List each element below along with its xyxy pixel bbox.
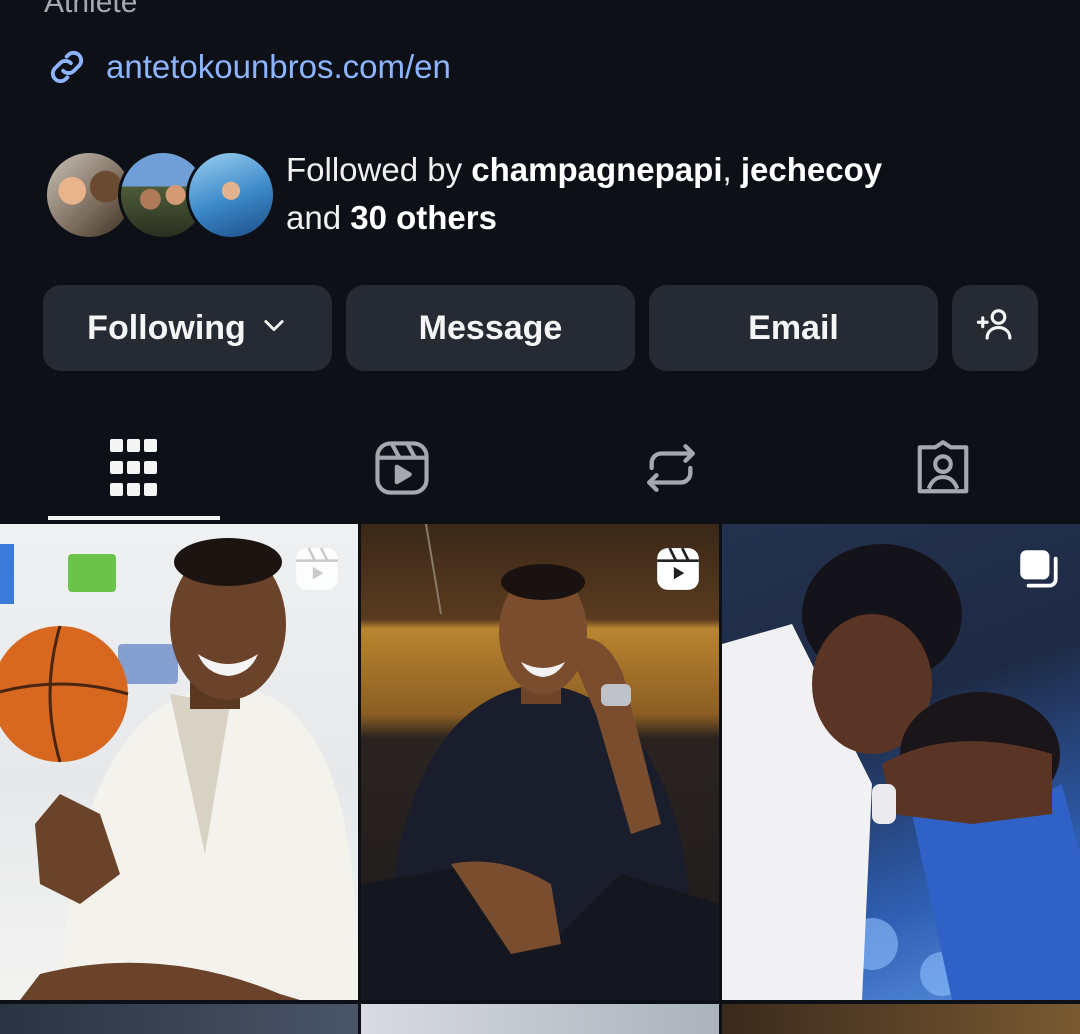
follower-username[interactable]: jechecoy: [741, 151, 882, 188]
followed-by-prefix: Followed by: [286, 151, 472, 188]
avatar: [186, 150, 276, 240]
reel-icon: [653, 544, 703, 594]
follower-avatars[interactable]: [44, 150, 276, 240]
tagged-icon: [912, 437, 974, 504]
tab-tagged[interactable]: [903, 430, 983, 510]
reposts-icon: [642, 437, 700, 504]
followers-others[interactable]: 30 others: [350, 199, 497, 236]
reel-icon: [292, 544, 342, 594]
following-label: Following: [87, 308, 246, 347]
profile-actions: Following Message Email: [43, 285, 1038, 371]
post-image: [361, 524, 719, 1000]
grid-icon: [108, 437, 160, 504]
separator: ,: [722, 151, 741, 188]
active-tab-indicator: [48, 516, 220, 520]
post-thumbnail[interactable]: [361, 1004, 719, 1034]
profile-link[interactable]: antetokounbros.com/en: [44, 44, 451, 90]
add-user-button[interactable]: [952, 285, 1038, 371]
post-thumbnail[interactable]: [0, 524, 358, 1000]
following-button[interactable]: Following: [43, 285, 332, 371]
link-icon: [44, 44, 90, 90]
followed-by-and: and: [286, 199, 351, 236]
add-user-icon: [974, 303, 1016, 354]
reels-icon: [371, 437, 433, 504]
tab-reposts[interactable]: [631, 430, 711, 510]
post-thumbnail[interactable]: [722, 1004, 1080, 1034]
post-image: [722, 544, 1080, 1000]
profile-category: Athlete: [44, 0, 138, 19]
followed-by-text[interactable]: Followed by champagnepapi, jechecoy and …: [286, 146, 882, 242]
followed-by[interactable]: Followed by champagnepapi, jechecoy and …: [44, 146, 882, 242]
message-button[interactable]: Message: [346, 285, 635, 371]
post-thumbnail[interactable]: [361, 524, 719, 1000]
follower-username[interactable]: champagnepapi: [471, 151, 722, 188]
email-button[interactable]: Email: [649, 285, 938, 371]
email-label: Email: [748, 308, 839, 347]
profile-link-text[interactable]: antetokounbros.com/en: [106, 48, 451, 86]
chevron-down-icon: [260, 309, 288, 348]
message-label: Message: [418, 308, 563, 347]
tab-posts[interactable]: [94, 430, 174, 510]
post-thumbnail[interactable]: [0, 1004, 358, 1034]
post-image: [0, 538, 358, 1000]
post-thumbnail[interactable]: [722, 524, 1080, 1000]
profile-tabs: [0, 420, 1080, 520]
tab-reels[interactable]: [362, 430, 442, 510]
carousel-icon: [1014, 544, 1064, 594]
